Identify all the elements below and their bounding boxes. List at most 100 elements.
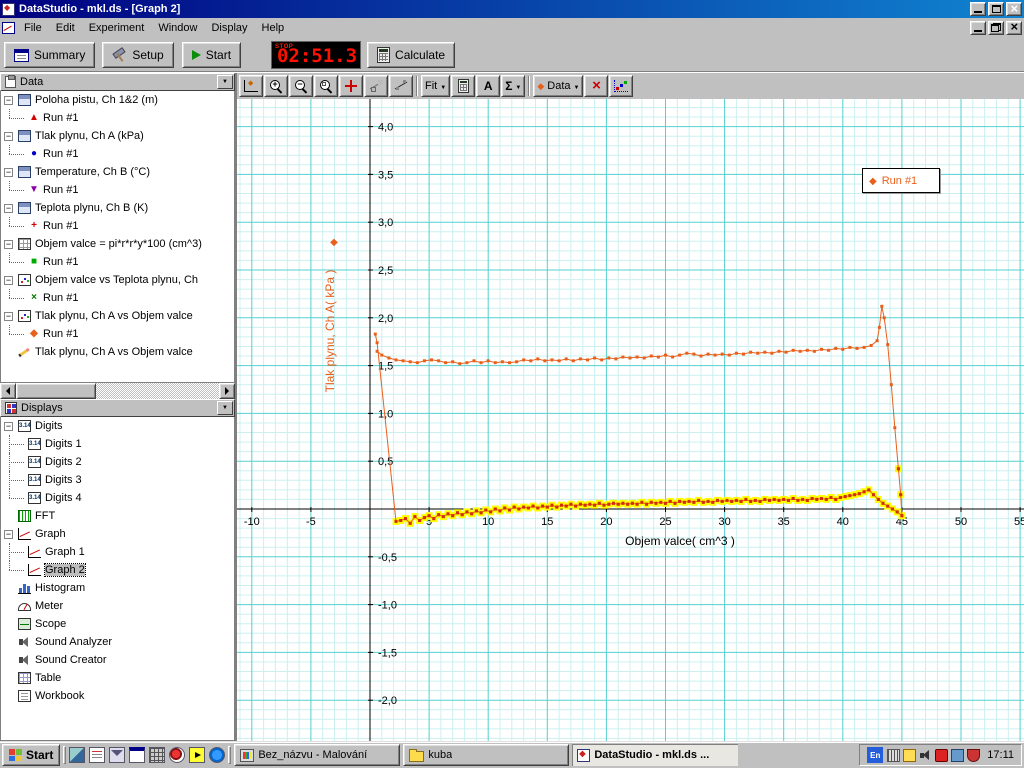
collapse-icon[interactable]: − bbox=[4, 168, 13, 177]
calculate-button[interactable]: Calculate bbox=[367, 42, 455, 68]
graph-plot[interactable]: -10-55101520253035404550554,03,53,02,52,… bbox=[237, 99, 1024, 741]
globe-icon[interactable] bbox=[209, 747, 225, 763]
graph-canvas[interactable]: -10-55101520253035404550554,03,53,02,52,… bbox=[237, 99, 1024, 741]
display-item[interactable]: Sound Creator bbox=[1, 651, 234, 669]
display-item[interactable]: −Digits bbox=[1, 417, 234, 435]
data-item[interactable]: −Tlak plynu, Ch A (kPa) bbox=[1, 127, 234, 145]
run-item[interactable]: ◆Run #1 bbox=[1, 325, 234, 343]
data-item[interactable]: −Teplota plynu, Ch B (K) bbox=[1, 199, 234, 217]
zoom-select-button[interactable] bbox=[314, 75, 338, 97]
scroll-left-button[interactable] bbox=[0, 383, 16, 399]
display-item[interactable]: Scope bbox=[1, 615, 234, 633]
calculator-icon[interactable] bbox=[149, 747, 165, 763]
start-menu-button[interactable]: Start bbox=[2, 744, 60, 766]
smart-tool-button[interactable] bbox=[339, 75, 363, 97]
display-item[interactable]: −Graph bbox=[1, 525, 234, 543]
taskbar-task-button[interactable]: Bez_názvu - Malování bbox=[234, 744, 400, 766]
coordinates-tool-button[interactable] bbox=[389, 75, 413, 97]
scroll-right-button[interactable] bbox=[219, 383, 235, 399]
taskbar-task-button[interactable]: kuba bbox=[403, 744, 569, 766]
desktop-icon[interactable] bbox=[69, 747, 85, 763]
collapse-icon[interactable]: − bbox=[4, 132, 13, 141]
data-item[interactable]: −Poloha pistu, Ch 1&2 (m) bbox=[1, 91, 234, 109]
antivirus-icon[interactable] bbox=[935, 749, 948, 762]
menu-experiment[interactable]: Experiment bbox=[82, 20, 152, 36]
display-item[interactable]: Sound Analyzer bbox=[1, 633, 234, 651]
menu-edit[interactable]: Edit bbox=[49, 20, 82, 36]
child-close-button[interactable] bbox=[1006, 21, 1022, 35]
browser-icon[interactable] bbox=[169, 747, 185, 763]
maximize-button[interactable] bbox=[988, 2, 1004, 16]
menu-window[interactable]: Window bbox=[151, 20, 204, 36]
media-player-icon[interactable] bbox=[189, 747, 205, 763]
minimize-button[interactable] bbox=[970, 2, 986, 16]
run-item[interactable]: ×Run #1 bbox=[1, 289, 234, 307]
zoom-in-button[interactable] bbox=[264, 75, 288, 97]
run-item[interactable]: ■Run #1 bbox=[1, 253, 234, 271]
displays-panel-menu-button[interactable] bbox=[217, 401, 233, 415]
pen-tray-icon[interactable] bbox=[903, 749, 916, 762]
display-child-item[interactable]: Graph 1 bbox=[1, 543, 234, 561]
scroll-track[interactable] bbox=[16, 383, 219, 399]
zoom-out-button[interactable] bbox=[289, 75, 313, 97]
menu-help[interactable]: Help bbox=[255, 20, 292, 36]
display-child-item[interactable]: Digits 4 bbox=[1, 489, 234, 507]
graph-settings-button[interactable] bbox=[609, 75, 633, 97]
setup-button[interactable]: Setup bbox=[102, 42, 173, 68]
collapse-icon[interactable]: − bbox=[4, 312, 13, 321]
display-child-item[interactable]: Digits 1 bbox=[1, 435, 234, 453]
displays-panel-header[interactable]: Displays bbox=[0, 399, 235, 417]
keyboard-icon[interactable] bbox=[887, 749, 900, 762]
run-item[interactable]: ▲Run #1 bbox=[1, 109, 234, 127]
start-button[interactable]: Start bbox=[182, 42, 241, 68]
display-child-item[interactable]: Digits 3 bbox=[1, 471, 234, 489]
window-icon[interactable] bbox=[129, 747, 145, 763]
text-annotation-button[interactable]: A bbox=[476, 75, 500, 97]
display-tray-icon[interactable] bbox=[951, 749, 964, 762]
data-panel-hscrollbar[interactable] bbox=[0, 383, 235, 399]
scroll-thumb[interactable] bbox=[16, 383, 96, 399]
slope-tool-button[interactable] bbox=[364, 75, 388, 97]
menu-display[interactable]: Display bbox=[204, 20, 254, 36]
collapse-icon[interactable]: − bbox=[4, 422, 13, 431]
child-window-icon[interactable] bbox=[2, 22, 15, 34]
data-menu-button[interactable]: ◆Data bbox=[533, 75, 583, 97]
collapse-icon[interactable]: − bbox=[4, 276, 13, 285]
collapse-icon[interactable]: − bbox=[4, 530, 13, 539]
data-panel-menu-button[interactable] bbox=[217, 75, 233, 89]
mail-icon[interactable] bbox=[109, 747, 125, 763]
data-panel-header[interactable]: Data bbox=[0, 73, 235, 91]
display-item[interactable]: Histogram bbox=[1, 579, 234, 597]
language-indicator[interactable]: En bbox=[867, 747, 883, 763]
scale-to-fit-button[interactable] bbox=[239, 75, 263, 97]
document-icon[interactable] bbox=[89, 747, 105, 763]
run-item[interactable]: ▼Run #1 bbox=[1, 181, 234, 199]
child-restore-button[interactable] bbox=[988, 21, 1004, 35]
taskbar-task-button[interactable]: DataStudio - mkl.ds ... bbox=[572, 744, 738, 766]
collapse-icon[interactable]: − bbox=[4, 240, 13, 249]
shield-icon[interactable] bbox=[967, 749, 980, 762]
data-item[interactable]: −Tlak plynu, Ch A vs Objem valce bbox=[1, 307, 234, 325]
display-item[interactable]: FFT bbox=[1, 507, 234, 525]
collapse-icon[interactable]: − bbox=[4, 204, 13, 213]
data-item[interactable]: −Objem valce = pi*r*r*y*100 (cm^3) bbox=[1, 235, 234, 253]
data-item[interactable]: −Temperature, Ch B (°C) bbox=[1, 163, 234, 181]
data-item[interactable]: −Objem valce vs Teplota plynu, Ch bbox=[1, 271, 234, 289]
fit-menu-button[interactable]: Fit bbox=[421, 75, 450, 97]
calculator-button[interactable] bbox=[451, 75, 475, 97]
tray-clock[interactable]: 17:11 bbox=[987, 749, 1014, 761]
data-item[interactable]: Tlak plynu, Ch A vs Objem valce bbox=[1, 343, 234, 361]
menu-file[interactable]: File bbox=[17, 20, 49, 36]
display-child-item[interactable]: Digits 2 bbox=[1, 453, 234, 471]
run-item[interactable]: ●Run #1 bbox=[1, 145, 234, 163]
display-item[interactable]: Workbook bbox=[1, 687, 234, 705]
statistics-menu-button[interactable]: Σ bbox=[501, 75, 525, 97]
legend[interactable]: Run #1 bbox=[862, 168, 940, 193]
display-item[interactable]: Table bbox=[1, 669, 234, 687]
remove-data-button[interactable] bbox=[584, 75, 608, 97]
close-button[interactable] bbox=[1006, 2, 1022, 16]
summary-button[interactable]: Summary bbox=[4, 42, 95, 68]
volume-icon[interactable] bbox=[919, 749, 932, 762]
run-item[interactable]: +Run #1 bbox=[1, 217, 234, 235]
child-minimize-button[interactable] bbox=[970, 21, 986, 35]
